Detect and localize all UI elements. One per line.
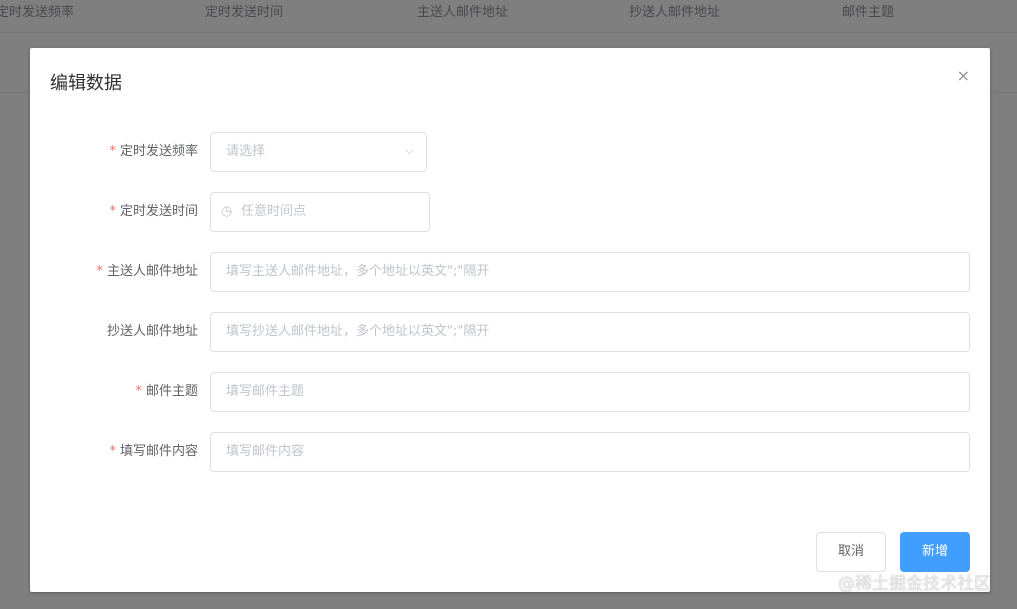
form-item-to: * 主送人邮件地址 填写主送人邮件地址，多个地址以英文";"隔开 [30,252,990,292]
edit-dialog: 编辑数据 × * 定时发送频率 请选择 ⌵ * 定时发送时间 ◷ 任意时间点 * 主送人邮… [30,48,990,592]
time-picker[interactable]: ◷ 任意时间点 [210,192,430,232]
submit-button[interactable]: 新增 [900,532,970,572]
form-item-content: * 填写邮件内容 填写邮件内容 [30,432,990,472]
cc-address-input[interactable]: 填写抄送人邮件地址，多个地址以英文";"隔开 [210,312,970,352]
cancel-button[interactable]: 取消 [816,532,886,572]
form-item-cc: 抄送人邮件地址 填写抄送人邮件地址，多个地址以英文";"隔开 [30,312,990,352]
to-address-input[interactable]: 填写主送人邮件地址，多个地址以英文";"隔开 [210,252,970,292]
form-label: * 邮件主题 [135,384,198,399]
form-label: * 定时发送频率 [109,144,198,159]
form-item-frequency: * 定时发送频率 请选择 ⌵ [30,132,990,172]
clock-icon: ◷ [221,204,233,219]
frequency-select[interactable]: 请选择 ⌵ [210,132,427,172]
close-icon[interactable]: × [957,66,970,85]
content-input[interactable]: 填写邮件内容 [210,432,970,472]
form-label: * 主送人邮件地址 [96,264,198,279]
watermark: @稀土掘金技术社区 [838,574,991,594]
form-label: * 定时发送时间 [109,204,198,219]
subject-input[interactable]: 填写邮件主题 [210,372,970,412]
form-label: 抄送人邮件地址 [106,324,198,339]
form-item-subject: * 邮件主题 填写邮件主题 [30,372,990,412]
dialog-title: 编辑数据 [50,73,122,94]
chevron-down-icon: ⌵ [404,143,414,157]
form-label: * 填写邮件内容 [109,444,198,459]
form-item-time: * 定时发送时间 ◷ 任意时间点 [30,192,990,232]
